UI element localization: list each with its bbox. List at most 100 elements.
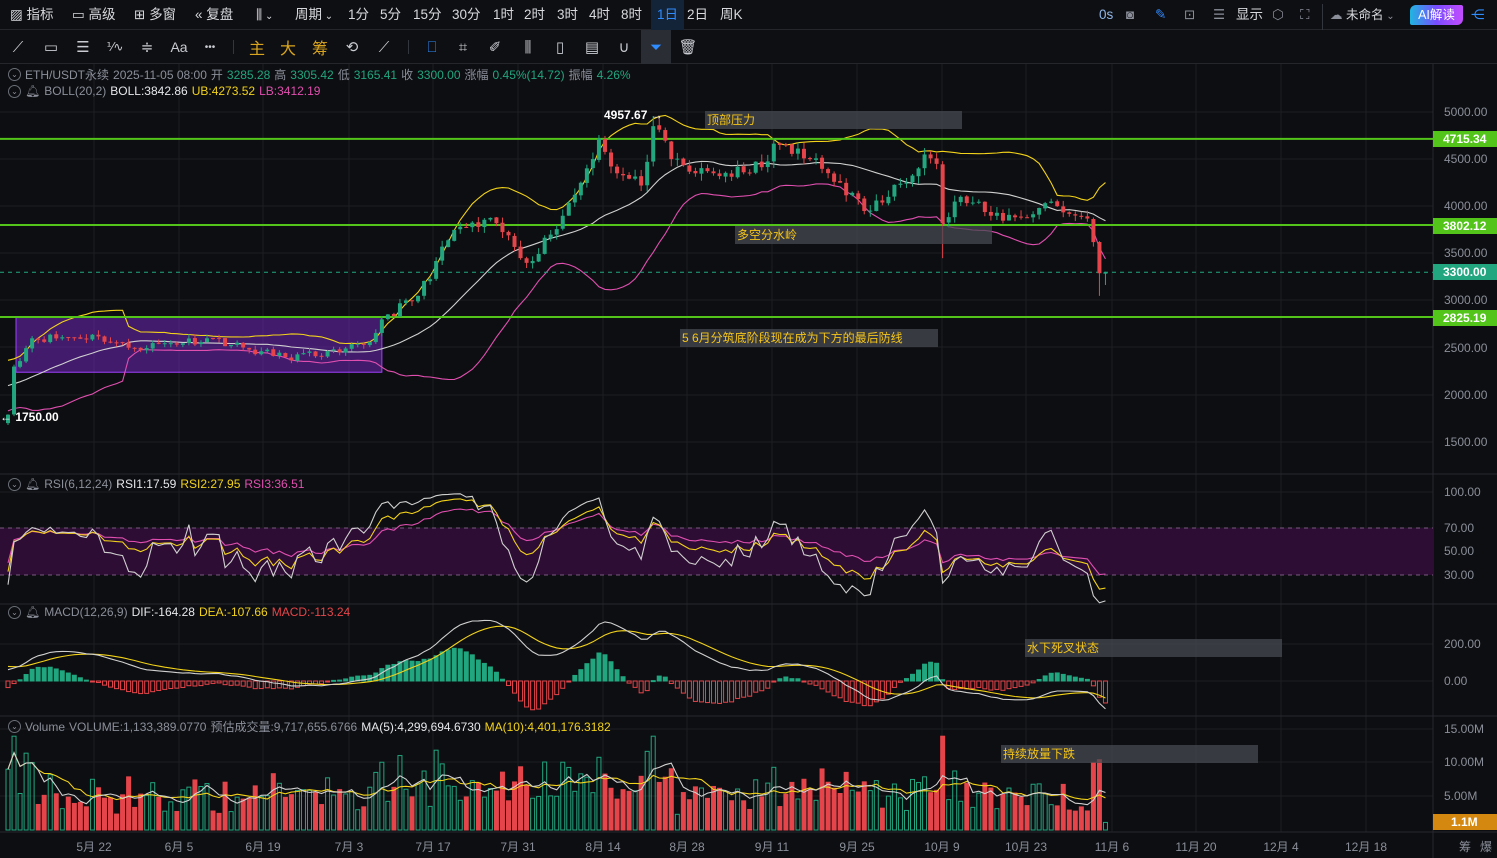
collapse-icon[interactable]: ⌄ (8, 605, 21, 619)
collapse-icon[interactable]: ⌄ (8, 477, 21, 491)
candle-body (416, 295, 421, 302)
macd-histogram-bar (276, 680, 282, 689)
macd-histogram-bar (101, 680, 107, 686)
liquidation-toggle[interactable]: 爆 (1480, 838, 1492, 855)
bell-icon[interactable]: 🔔︎ (25, 477, 40, 491)
volume-bar (144, 794, 150, 831)
collapse-icon[interactable]: ⌄ (8, 68, 21, 81)
text-tool-icon[interactable]: Aa (164, 30, 194, 64)
candle-body (1000, 213, 1005, 221)
brush-icon[interactable]: ✐ (480, 30, 510, 64)
macd-histogram-bar (120, 680, 126, 691)
filter-icon[interactable]: ⏷ (641, 30, 671, 64)
bell-icon[interactable]: 🔔︎ (25, 84, 40, 98)
interval-tab[interactable]: 8时 (621, 0, 642, 30)
note-top-pressure[interactable]: 顶部压力 (705, 111, 962, 129)
macd-histogram-bar (270, 680, 276, 690)
replay-button[interactable]: « 复盘 (195, 0, 233, 30)
candle-body (826, 169, 831, 174)
ruler-icon[interactable]: ⌗ (448, 30, 478, 64)
price-tick: 2000.00 (1444, 387, 1488, 402)
candle-body (337, 349, 342, 353)
macd-histogram-bar (216, 680, 222, 684)
candle-body (84, 338, 89, 340)
macd-histogram-bar (704, 680, 710, 704)
layout-name-dropdown[interactable]: ☁ 未命名 ⌄ (1330, 0, 1395, 30)
volume-bar (831, 787, 837, 831)
big-order-button[interactable]: 大 (273, 30, 303, 64)
fullscreen-icon[interactable]: ⛶ (1300, 0, 1309, 30)
candle-body (663, 130, 668, 141)
macd-histogram-bar (481, 662, 487, 682)
interval-tab[interactable]: 周K (720, 0, 743, 30)
indicators-button[interactable]: ▨ 指标 (10, 0, 54, 30)
chips-toggle[interactable]: 筹 (1459, 838, 1471, 855)
battery-icon[interactable]: ▯ (545, 30, 575, 64)
note-death-cross[interactable]: 水下死叉状态 (1025, 639, 1282, 657)
note-last-defense[interactable]: 5 6月分筑底阶段现在成为下方的最后防线 (680, 329, 938, 347)
trash-icon[interactable]: 🗑 (673, 30, 703, 64)
date-tick: 12月 4 (1263, 840, 1299, 854)
main-chart-button[interactable]: 主 (242, 30, 272, 64)
fibonacci-icon[interactable]: ⅟∿ (100, 30, 130, 64)
candle-body (783, 144, 788, 146)
macd-histogram-bar (252, 680, 258, 690)
camera-icon[interactable]: ◙ (1126, 0, 1134, 30)
interval-tab[interactable]: 1分 (348, 0, 369, 30)
hide-drawings-icon[interactable]: ⟋ (369, 30, 399, 64)
interval-tab[interactable]: 2日 (687, 0, 708, 30)
period-dropdown[interactable]: 周期 ⌄ (295, 0, 333, 30)
notes-icon[interactable]: ▤ (577, 30, 607, 64)
multi-window-button[interactable]: ⊞ 多窗 (134, 0, 176, 30)
volume-bar (910, 778, 915, 831)
interval-tab[interactable]: 3时 (557, 0, 578, 30)
interval-tab[interactable]: 2时 (524, 0, 545, 30)
add-panel-icon[interactable]: ⊡ (1184, 0, 1195, 30)
candle-body (476, 222, 481, 227)
date-tick: 7月 17 (415, 840, 451, 854)
interval-tab[interactable]: 1日 (651, 0, 685, 30)
candle-body (247, 347, 252, 350)
trend-line-icon[interactable]: ⟋ (3, 30, 33, 64)
horizontal-lines-icon[interactable]: ☰ (68, 30, 98, 64)
macd-histogram-bar (1090, 680, 1096, 687)
advanced-button[interactable]: ▭ 高级 (72, 0, 116, 30)
chart-type-dropdown[interactable]: ⫼ ⌄ (256, 0, 273, 30)
interval-tab[interactable]: 4时 (589, 0, 610, 30)
rsi3-line (7, 508, 1106, 576)
magnet-icon[interactable]: ∪ (609, 30, 639, 64)
list-icon[interactable]: ☰ (1213, 0, 1225, 30)
ai-interpret-button[interactable]: AI解读 (1410, 5, 1463, 25)
interval-tab[interactable]: 30分 (452, 0, 481, 30)
pencil-icon[interactable]: ✎ (1155, 0, 1166, 30)
macd-histogram-bar (602, 654, 608, 682)
share-icon[interactable]: ⋲ (1471, 0, 1485, 30)
volume-bar (59, 808, 65, 831)
candle-body (1085, 216, 1090, 219)
collapse-icon[interactable]: ⌄ (8, 84, 21, 98)
sync-drawing-icon[interactable]: ⟲ (337, 30, 367, 64)
note-volume-drop[interactable]: 持续放量下跌 (1001, 745, 1258, 763)
rectangle-icon[interactable]: ▭ (36, 30, 66, 64)
note-watershed[interactable]: 多空分水岭 (735, 226, 992, 244)
more-icon[interactable]: ••• (195, 30, 225, 64)
bookmark-icon[interactable]: ⎕ (417, 30, 447, 64)
candle-compare-icon[interactable]: ⫼ (513, 30, 543, 64)
volume-bar (674, 813, 680, 831)
volume-bar (35, 803, 41, 831)
settings-icon[interactable]: ⬡ (1272, 0, 1284, 30)
candle-body (446, 240, 451, 248)
candle-body (940, 164, 945, 224)
interval-tab[interactable]: 15分 (413, 0, 442, 30)
bell-icon[interactable]: 🔔︎ (25, 605, 40, 619)
candle-body (307, 351, 312, 353)
volume-bar (1018, 796, 1024, 831)
interval-tab[interactable]: 5分 (380, 0, 401, 30)
collapse-icon[interactable]: ⌄ (8, 720, 21, 733)
volume-bar (355, 809, 361, 831)
display-button[interactable]: 显示 (1236, 0, 1263, 30)
interval-tab[interactable]: 1时 (493, 0, 514, 30)
chip-distribution-button[interactable]: 筹 (305, 30, 335, 64)
parallel-channel-icon[interactable]: ≑ (132, 30, 162, 64)
volume-legend: ⌄ Volume VOLUME:1,133,389.0770 预估成交量:9,7… (8, 718, 611, 735)
